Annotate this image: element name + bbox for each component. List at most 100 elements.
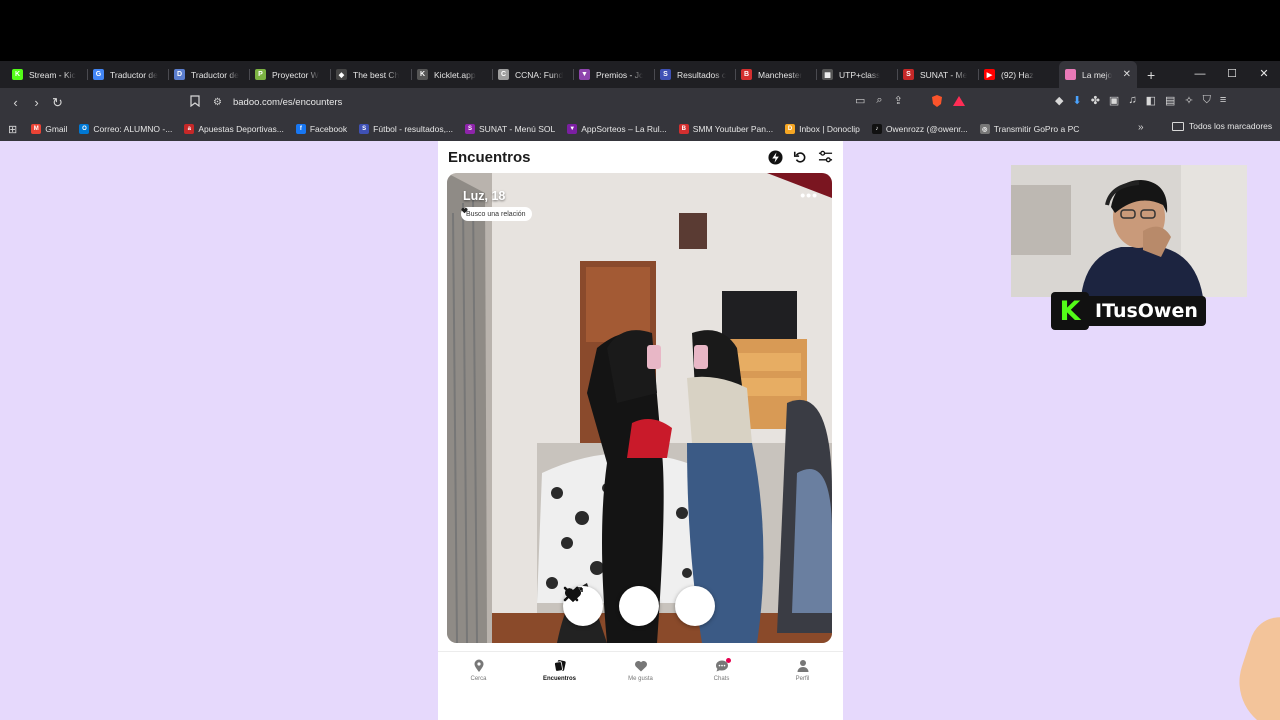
tab[interactable]: D Traductor de [168, 61, 249, 88]
tab-label: Kicklet.app [434, 69, 476, 80]
kick-logo-icon: K [1051, 292, 1089, 330]
bookmark-item[interactable]: M Gmail [31, 124, 67, 134]
tab-favicon-icon: ▶ [984, 69, 995, 80]
bookmark-item[interactable]: S SUNAT - Menú SOL [465, 124, 555, 134]
wallet-icon[interactable]: ▤ [1165, 94, 1175, 107]
person-icon [797, 660, 808, 672]
streamer-name: ITusOwen [1089, 296, 1206, 326]
site-settings-icon[interactable]: ⚙ [213, 97, 222, 108]
tab[interactable]: B Manchester [735, 61, 816, 88]
tab[interactable]: ◆ The best Ch [330, 61, 411, 88]
leo-ai-icon[interactable]: ✧ [1184, 94, 1193, 107]
tab-favicon-icon: S [903, 69, 914, 80]
profile-name: Luz, 18 [463, 189, 506, 203]
tab[interactable]: ▦ UTP+class [816, 61, 897, 88]
tab[interactable]: K Stream - Kic [6, 61, 87, 88]
decorative-sticker [1226, 609, 1280, 720]
media-icon[interactable]: ♫ [1128, 94, 1136, 107]
window-controls: — ☐ ✕ [1184, 61, 1280, 88]
brave-shields-icon[interactable] [930, 94, 944, 108]
tab-label: The best Ch [353, 69, 400, 80]
tab[interactable]: G Traductor de [87, 61, 168, 88]
nav-item-perfil[interactable]: Perfil [773, 652, 833, 691]
bookmark-favicon-icon: a [184, 124, 195, 134]
menu-icon[interactable]: ≡ [1220, 94, 1226, 107]
sidebar-icon[interactable]: ◧ [1146, 94, 1156, 107]
filters-icon[interactable] [817, 149, 833, 165]
chat-icon [715, 658, 731, 673]
bookmark-item[interactable]: S Fútbol - resultados,... [359, 124, 453, 134]
reload-button[interactable]: ↻ [47, 95, 68, 111]
bookmark-item[interactable]: f Facebook [295, 124, 347, 134]
boost-icon[interactable] [767, 149, 783, 165]
profile-photo[interactable]: Luz, 18 Busco una relación ••• [447, 173, 832, 643]
all-bookmarks-label: Todos los marcadores [1189, 121, 1273, 131]
bookmark-item[interactable]: a Apuestas Deportivas... [184, 124, 284, 134]
bookmark-item[interactable]: ◎ Transmitir GoPro a PC [979, 124, 1080, 134]
like-button[interactable] [565, 586, 715, 626]
bookmark-item[interactable]: ▼ AppSorteos – La Rul... [567, 124, 667, 134]
cast-icon[interactable]: ▭ [855, 94, 865, 107]
bottom-navigation: Cerca Encuentros Me gusta Chats Perfil [438, 651, 843, 691]
bookmark-item[interactable]: O Correo: ALUMNO -... [79, 124, 172, 134]
bookmark-label: SUNAT - Menú SOL [479, 124, 556, 134]
tab[interactable]: C CCNA: Fund [492, 61, 573, 88]
maximize-button[interactable]: ☐ [1216, 61, 1248, 88]
new-tab-button[interactable]: + [1147, 67, 1155, 83]
tab-favicon-icon: S [660, 69, 671, 80]
zoom-icon[interactable]: ⌕ [876, 94, 882, 107]
tab-label: Proyector W [272, 69, 319, 80]
bookmark-page-icon[interactable] [190, 95, 200, 110]
bookmark-favicon-icon: S [465, 124, 476, 134]
tab-favicon-icon: ◆ [336, 69, 347, 80]
close-window-button[interactable]: ✕ [1248, 61, 1280, 88]
nav-item-encuentros[interactable]: Encuentros [530, 652, 590, 691]
tab-label: CCNA: Fund [515, 69, 564, 80]
cards-icon [553, 660, 566, 672]
bookmark-item[interactable]: ♪ Owenrozz (@owenr... [871, 124, 968, 134]
nav-item-cerca[interactable]: Cerca [449, 652, 509, 691]
close-tab-icon[interactable]: ✕ [1123, 69, 1131, 80]
tab[interactable]: ▼ Premios - Jc [573, 61, 654, 88]
more-options-icon[interactable]: ••• [800, 187, 818, 203]
heart-icon [461, 207, 468, 214]
tab-active[interactable]: La mejo ✕ [1059, 61, 1137, 88]
intent-text: Busco una relación [466, 210, 526, 218]
tab[interactable]: S SUNAT - Me [897, 61, 978, 88]
bookmark-label: SMM Youtuber Pan... [692, 124, 774, 134]
tab-favicon-icon: K [417, 69, 428, 80]
forward-button[interactable]: › [26, 95, 47, 111]
more-bookmarks-icon[interactable]: » [1138, 122, 1144, 133]
back-button[interactable]: ‹ [5, 95, 26, 111]
bookmark-item[interactable]: B SMM Youtuber Pan... [678, 124, 774, 134]
extension-diamond-icon[interactable]: ◆ [1055, 94, 1063, 107]
tab[interactable]: P Proyector W [249, 61, 330, 88]
tab-label: (92) Haz [1001, 69, 1034, 80]
heart-icon [634, 660, 647, 672]
crush-button[interactable] [565, 586, 659, 626]
unread-dot [725, 658, 731, 663]
bookmark-label: Transmitir GoPro a PC [993, 124, 1080, 134]
nav-label: Me gusta [628, 676, 653, 682]
minimize-button[interactable]: — [1184, 61, 1216, 88]
brave-rewards-icon[interactable] [952, 94, 966, 108]
download-icon[interactable]: ⬇ [1072, 94, 1081, 107]
tab-favicon-icon: ▦ [822, 69, 833, 80]
tab[interactable]: ▶ (92) Haz [978, 61, 1059, 88]
tab[interactable]: K Kicklet.app [411, 61, 492, 88]
nav-item-me-gusta[interactable]: Me gusta [611, 652, 671, 691]
bookmark-item[interactable]: D Inbox | Donoclip [785, 124, 860, 134]
apps-grid-icon[interactable]: ⊞ [8, 123, 17, 136]
bookmark-label: Gmail [45, 124, 68, 134]
nav-item-chats[interactable]: Chats [692, 652, 752, 691]
tab[interactable]: S Resultados c [654, 61, 735, 88]
undo-icon[interactable] [792, 149, 808, 165]
all-bookmarks-folder[interactable]: Todos los marcadores [1172, 121, 1272, 131]
bookmarks-bar: ⊞ M Gmail O Correo: ALUMNO -... a Apuestas De… [0, 117, 1280, 141]
share-icon[interactable]: ⇪ [894, 94, 903, 107]
extensions-icon[interactable]: ✤ [1091, 94, 1100, 107]
vpn-icon[interactable]: ⛉ [1203, 94, 1211, 107]
tab-label: Traductor de [110, 69, 158, 80]
tab-favicon-icon: G [93, 69, 104, 80]
extension-box-icon[interactable]: ▣ [1109, 94, 1119, 107]
